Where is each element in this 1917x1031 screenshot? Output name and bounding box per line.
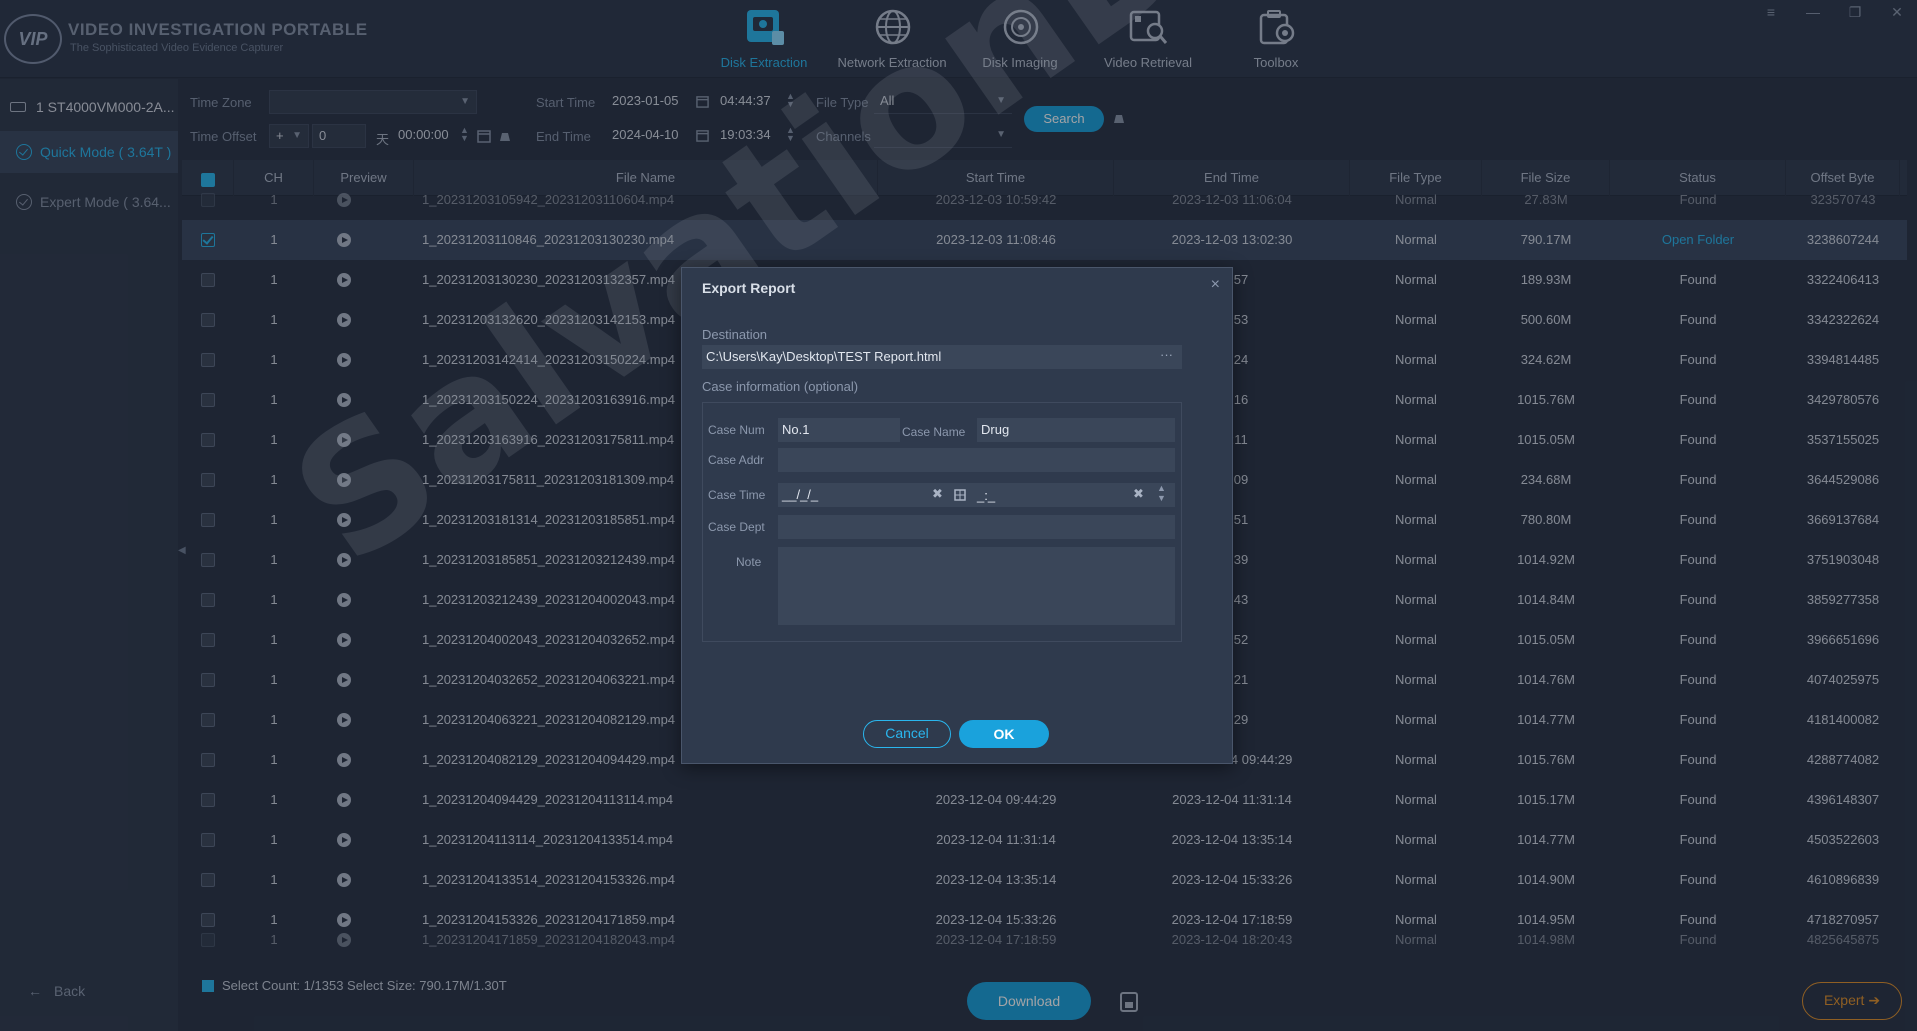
spin-icon[interactable]: ▲ ▼: [1157, 483, 1166, 503]
case-info-label: Case information (optional): [702, 379, 859, 394]
case-num-label: Case Num: [708, 423, 765, 437]
calendar-icon[interactable]: [954, 489, 966, 501]
case-info-panel: Case Num No.1 Case Name Drug Case Addr C…: [702, 402, 1182, 642]
case-dept-input[interactable]: [778, 515, 1175, 539]
note-textarea[interactable]: [778, 547, 1175, 625]
destination-value: C:\Users\Kay\Desktop\TEST Report.html: [706, 349, 942, 364]
case-time-mask: _:_: [977, 488, 996, 503]
destination-label: Destination: [702, 327, 768, 342]
note-label: Note: [736, 555, 762, 569]
clear-date-icon[interactable]: ✖: [932, 486, 943, 502]
case-addr-input[interactable]: [778, 448, 1175, 472]
cancel-button[interactable]: Cancel: [863, 720, 951, 748]
clear-time-icon[interactable]: ✖: [1133, 486, 1144, 502]
destination-input[interactable]: C:\Users\Kay\Desktop\TEST Report.html: [702, 345, 1182, 369]
case-name-label: Case Name: [902, 425, 966, 439]
case-name-input[interactable]: Drug: [977, 418, 1175, 442]
case-date-mask: __/_/_: [782, 487, 819, 502]
case-dept-label: Case Dept: [708, 520, 765, 534]
case-time-label: Case Time: [708, 488, 766, 502]
export-report-dialog: Export Report × Destination C:\Users\Kay…: [681, 267, 1233, 764]
dialog-title: Export Report: [702, 280, 796, 296]
case-addr-label: Case Addr: [708, 453, 765, 467]
ok-button[interactable]: OK: [959, 720, 1049, 748]
browse-icon[interactable]: ···: [1160, 347, 1173, 362]
case-num-input[interactable]: No.1: [778, 418, 900, 442]
close-icon[interactable]: ×: [1211, 276, 1220, 294]
